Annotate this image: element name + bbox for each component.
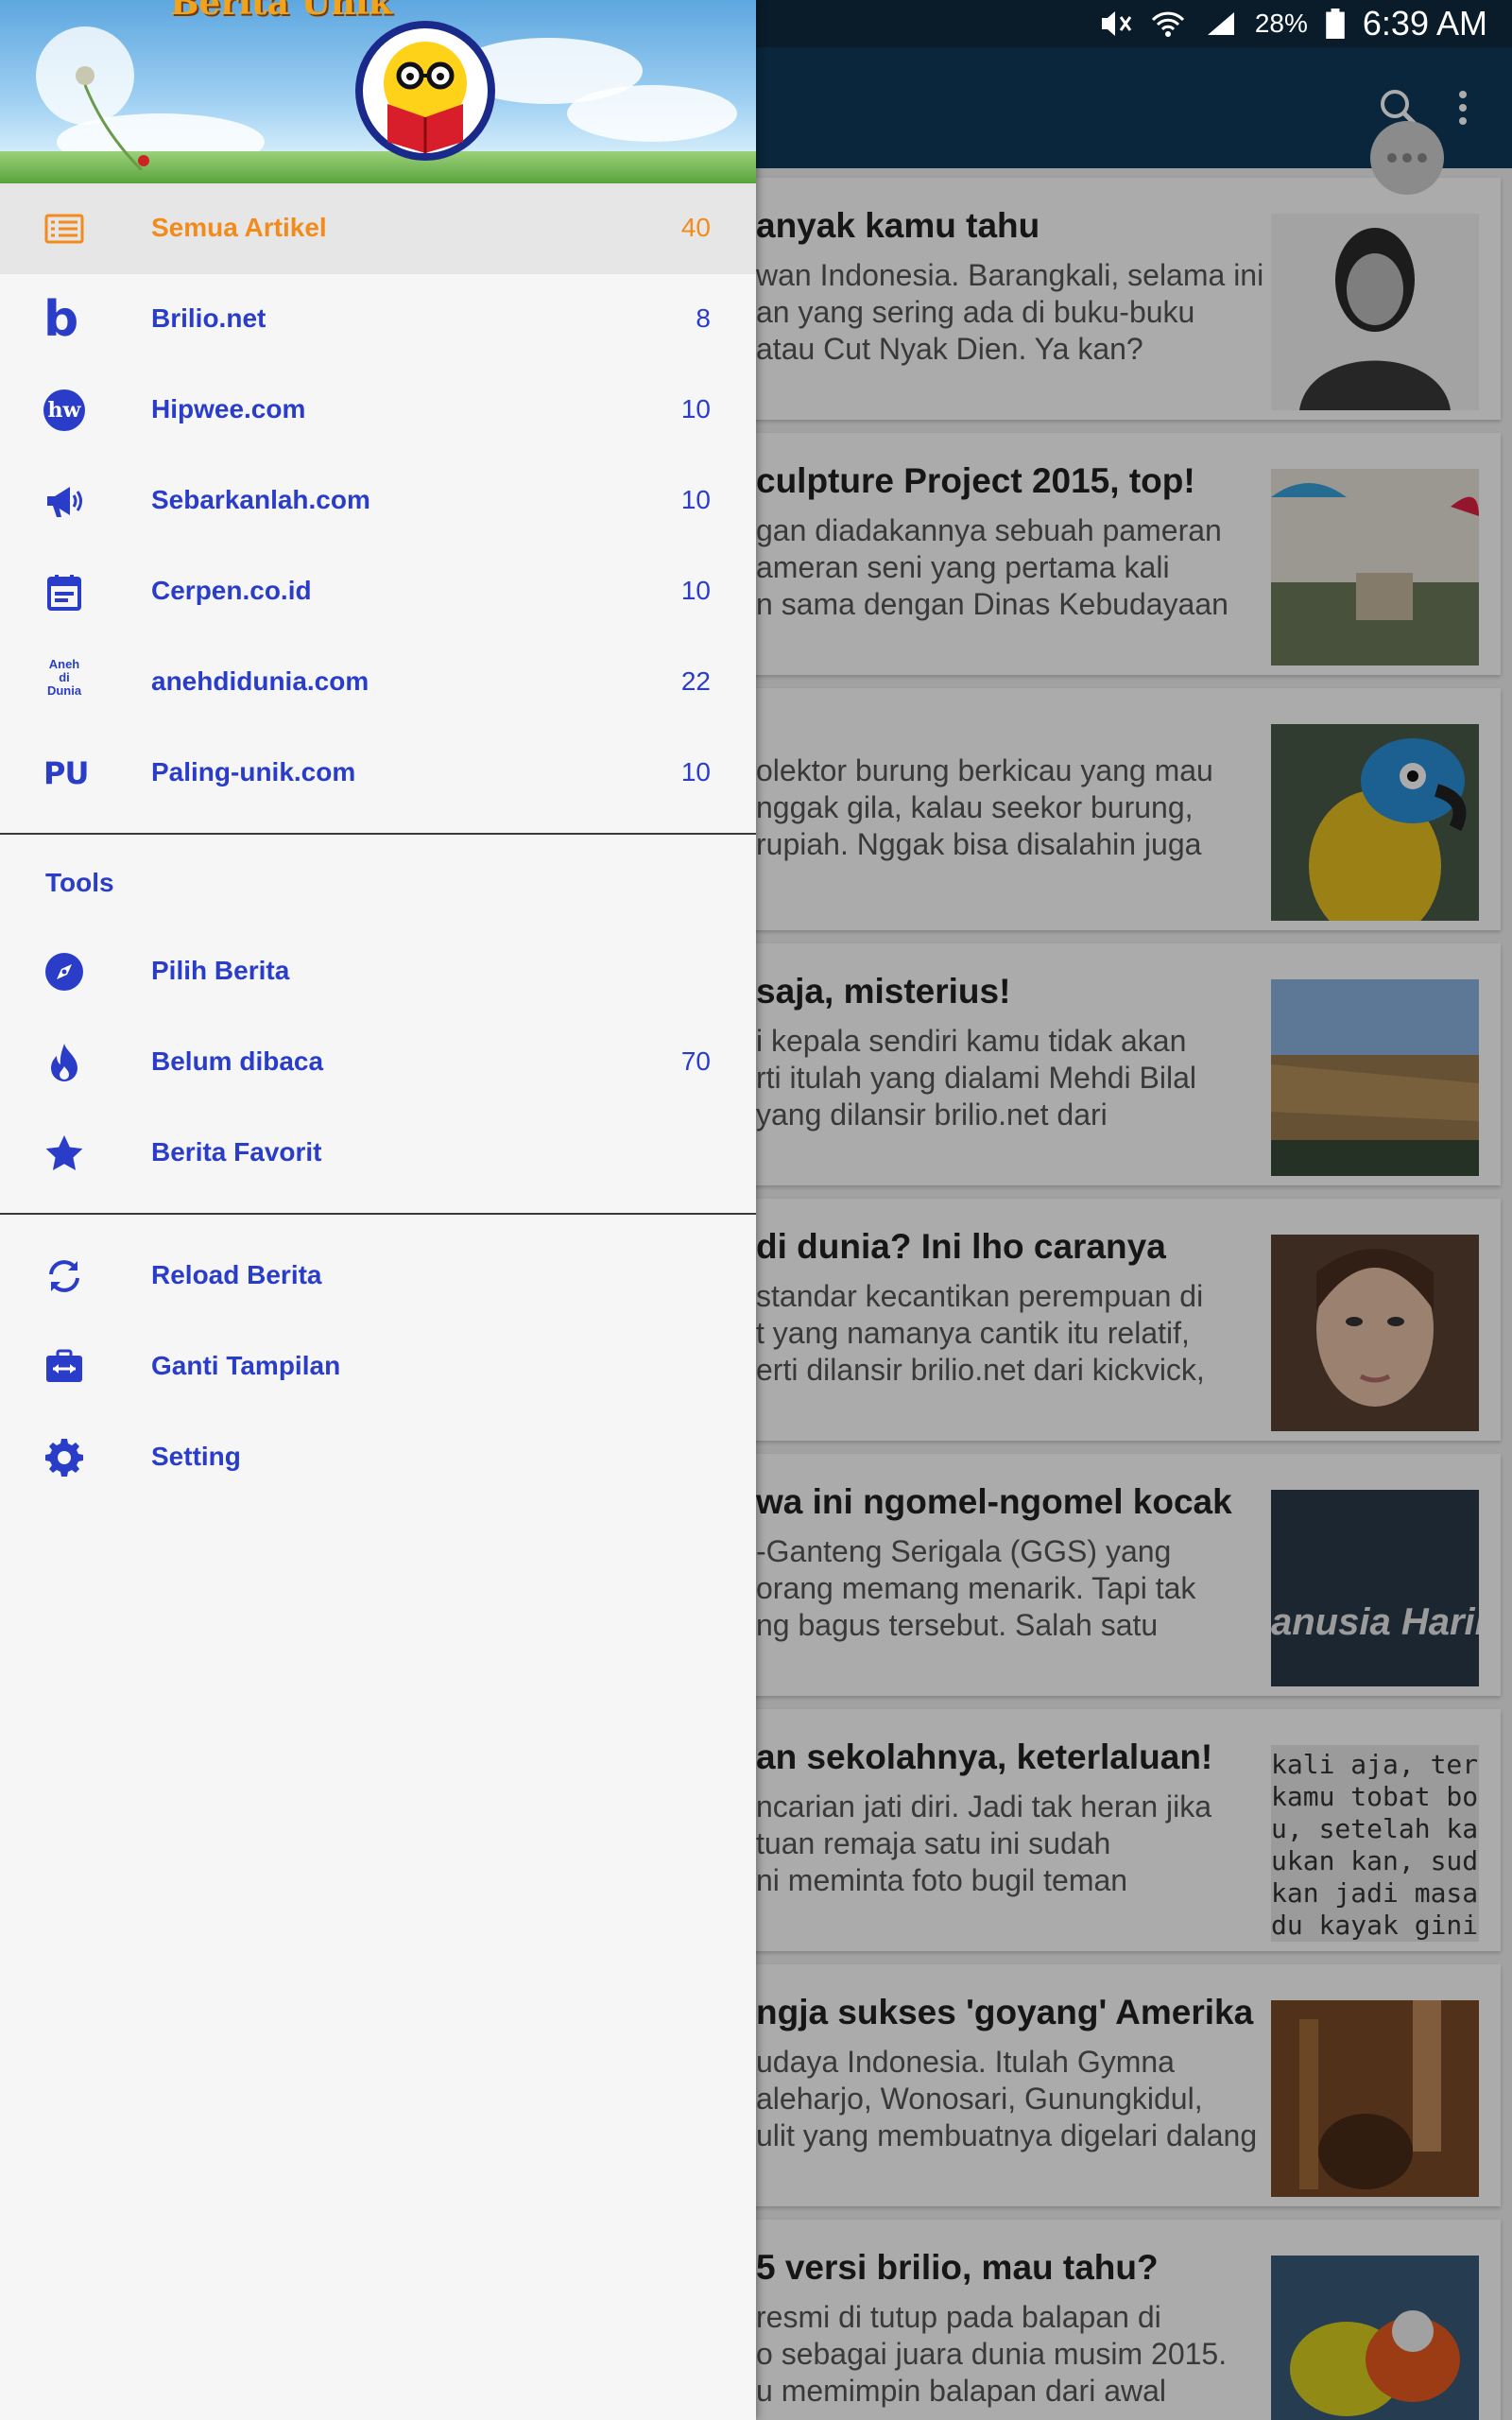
reload-icon	[49, 1260, 79, 1292]
switch-view-icon	[46, 1349, 82, 1382]
menu-item-brilio[interactable]: b Brilio.net 8	[0, 274, 756, 365]
battery-percent: 28%	[1254, 9, 1308, 38]
menu-item-paling-unik[interactable]: PU Paling-unik.com 10	[0, 728, 756, 819]
dandelion-image	[36, 26, 149, 170]
clock: 6:39 AM	[1362, 4, 1487, 43]
menu-item-cerpen[interactable]: Cerpen.co.id 10	[0, 546, 756, 637]
menu-item-setting[interactable]: Setting	[0, 1412, 756, 1503]
megaphone-icon	[47, 487, 82, 517]
aneh-di-dunia-logo-icon: Aneh di Dunia	[46, 657, 82, 698]
menu-item-berita-favorit[interactable]: Berita Favorit	[0, 1108, 756, 1199]
menu-item-ganti-tampilan[interactable]: Ganti Tampilan	[0, 1322, 756, 1412]
compass-icon	[45, 953, 83, 991]
hipwee-logo-icon: hw	[43, 389, 85, 431]
menu-item-pilih-berita[interactable]: Pilih Berita	[0, 926, 756, 1017]
pu-logo-icon: PU	[43, 755, 89, 791]
menu-item-belum-dibaca[interactable]: Belum dibaca 70	[0, 1017, 756, 1108]
wifi-icon	[1151, 11, 1184, 37]
mute-icon	[1101, 11, 1132, 36]
menu-item-anehdidunia[interactable]: Aneh di Dunia anehdidunia.com 22	[0, 637, 756, 728]
battery-icon	[1326, 9, 1345, 39]
menu-divider	[0, 833, 756, 835]
gear-icon	[45, 1439, 83, 1477]
mascot-logo	[355, 21, 495, 161]
menu-item-semua-artikel[interactable]: Semua Artikel 40	[0, 183, 756, 274]
flame-icon	[51, 1044, 77, 1081]
signal-icon	[1207, 12, 1234, 35]
star-icon	[45, 1135, 83, 1170]
tools-section-title: Tools	[45, 868, 114, 897]
list-icon	[44, 214, 84, 244]
menu-divider	[0, 1213, 756, 1215]
navigation-drawer: Berita Unik Semua Artikel 40 b Brilio.ne…	[0, 0, 756, 2420]
menu-item-sebarkanlah[interactable]: Sebarkanlah.com 10	[0, 456, 756, 546]
menu-item-reload-berita[interactable]: Reload Berita	[0, 1231, 756, 1322]
brilio-logo-icon: b	[43, 291, 79, 348]
menu-item-hipwee[interactable]: hw Hipwee.com 10	[0, 365, 756, 456]
calendar-icon	[47, 575, 81, 611]
drawer-header: Berita Unik	[0, 0, 756, 183]
status-icons: 28% 6:39 AM	[1096, 0, 1487, 47]
